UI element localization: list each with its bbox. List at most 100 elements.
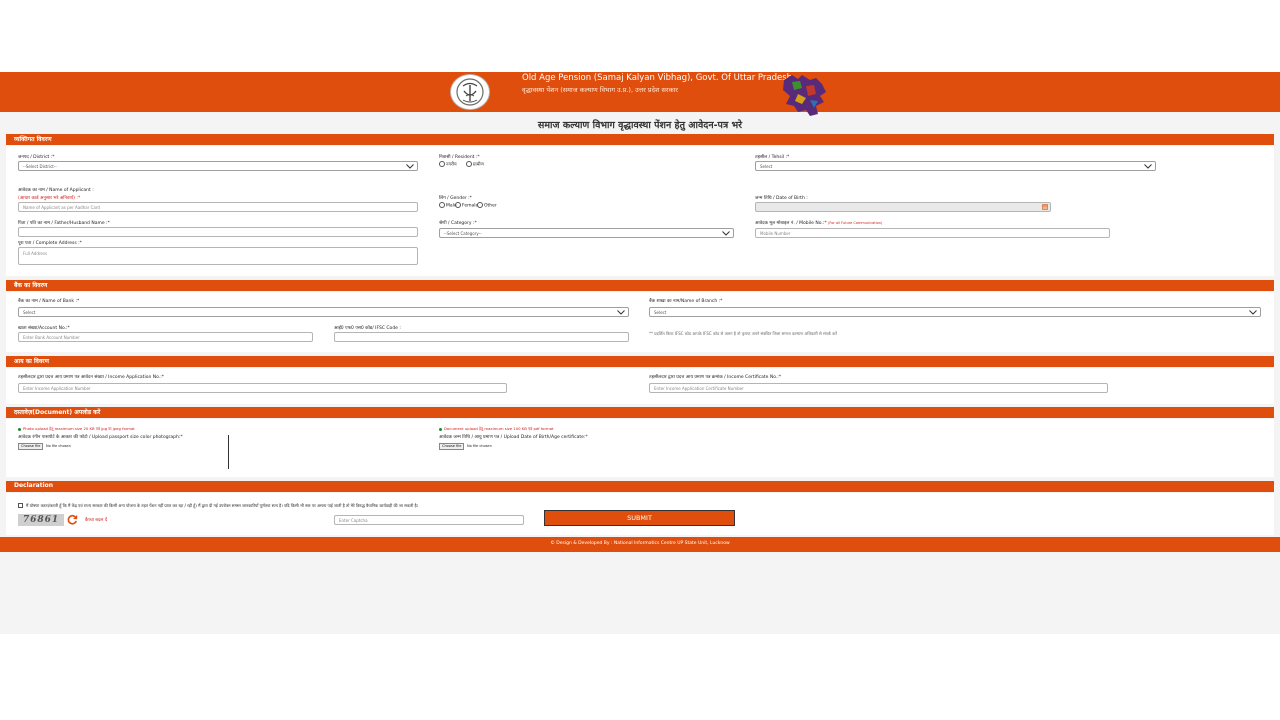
info-dot-icon <box>18 427 21 431</box>
category-selected-value: --Select Category-- <box>444 231 482 236</box>
calendar-icon[interactable] <box>1042 204 1048 210</box>
chevron-down-icon <box>1144 164 1152 169</box>
photo-upload-label: आवेदक रंगीन पासपोर्ट के आकार की फोटो / U… <box>18 435 183 440</box>
captcha-image: 76861 <box>18 514 64 526</box>
personal-section-title: व्यक्तिगत विवरण <box>14 136 52 143</box>
page-canvas: Old Age Pension (Samaj Kalyan Vibhag), G… <box>0 72 1280 634</box>
account-number-label: खाता संख्या/Account No.:* <box>18 326 70 331</box>
header-title-hindi: वृद्धावस्था पेंशन (समाज कल्याण विभाग उ.प… <box>522 86 678 94</box>
bank-section-title: बैंक का विवरण <box>14 282 48 289</box>
site-header: Old Age Pension (Samaj Kalyan Vibhag), G… <box>0 72 1280 116</box>
income-section: तहसीलदार द्वारा प्रदत्त आय प्रमाण पत्र आ… <box>6 368 1274 404</box>
applicant-name-input[interactable]: Name of Applicant as per Aadhar Card <box>18 202 418 212</box>
tehsil-select[interactable]: Select <box>755 161 1156 171</box>
photo-no-file-text: No file chosen <box>46 444 71 448</box>
bank-section-header: बैंक का विवरण <box>6 280 1274 291</box>
declaration-checkbox[interactable] <box>18 503 23 508</box>
bank-name-label: बैंक का नाम / Name of Bank :* <box>18 299 80 304</box>
branch-selected-value: Select <box>654 310 667 315</box>
address-label: पूरा पता / Complete Address :* <box>18 241 82 246</box>
refresh-captcha-icon[interactable] <box>67 514 78 525</box>
resident-option-rural-label: ग्रामीण <box>473 162 484 168</box>
dob-choose-file-button[interactable]: Choose file <box>439 443 465 450</box>
up-map-icon <box>780 72 830 122</box>
income-certificate-label: तहसीलदार द्वारा प्रदत्त आय प्रमाण पत्र क… <box>649 375 782 380</box>
photo-choose-file-button[interactable]: Choose file <box>18 443 44 450</box>
gender-option-other[interactable]: Other <box>477 202 497 209</box>
documents-section-title: दस्तावेज़(Document) अपलोड करें <box>14 409 101 416</box>
radio-icon <box>439 161 445 167</box>
gender-option-other-label: Other <box>484 203 497 209</box>
ifsc-label: आई0 एफ0 एस0 कोड/ IFSC Code : <box>334 326 401 331</box>
district-selected-value: --Select District-- <box>23 164 57 169</box>
captcha-input[interactable]: Enter Captcha <box>334 515 524 525</box>
header-title-english: Old Age Pension (Samaj Kalyan Vibhag), G… <box>522 73 793 83</box>
resident-option-rural[interactable]: ग्रामीण <box>466 161 484 168</box>
tehsil-label: तहसील / Tehsil :* <box>755 155 790 160</box>
bank-section: बैंक का नाम / Name of Bank :* Select बैं… <box>6 292 1274 352</box>
bank-name-select[interactable]: Select <box>18 307 629 317</box>
up-emblem-logo <box>450 74 490 110</box>
declaration-section-header: Declaration <box>6 481 1274 492</box>
page-title: समाज कल्याण विभाग वृद्धावस्था पेंशन हेतु… <box>537 120 743 131</box>
district-label: जनपद / District :* <box>18 155 55 160</box>
refresh-captcha-link[interactable]: कैप्चा बदल दें <box>85 517 107 523</box>
dob-upload-label: आवेदक जन्म तिथि / आयु प्रमाण पत्र / Uplo… <box>439 435 588 440</box>
personal-section: जनपद / District :* --Select District-- न… <box>6 146 1274 276</box>
father-name-input[interactable] <box>18 227 418 237</box>
ifsc-input[interactable] <box>334 332 629 342</box>
footer-credit: © Design & Developed By : National Infor… <box>550 541 730 546</box>
personal-section-header: व्यक्तिगत विवरण <box>6 134 1274 145</box>
ifsc-note: ** प्रदर्शित किया IFSC कोड आपके IFSC कोड… <box>649 331 837 336</box>
radio-icon <box>466 161 472 167</box>
tehsil-selected-value: Select <box>760 164 773 169</box>
gender-label: लिंग / Gender :* <box>439 196 472 201</box>
branch-name-label: बैंक शाखा का नाम/Name of Branch :* <box>649 299 723 304</box>
mobile-input[interactable]: Mobile Number <box>755 228 1110 238</box>
address-textarea[interactable]: Full Address <box>18 247 418 265</box>
declaration-text: मैं घोषणा करता/करती हूँ कि मैं केंद्र एव… <box>26 503 419 508</box>
resident-option-urban[interactable]: नगरीय <box>439 161 457 168</box>
income-section-header: आय का विवरण <box>6 356 1274 367</box>
bank-selected-value: Select <box>23 310 36 315</box>
chevron-down-icon <box>722 231 730 236</box>
dob-input[interactable] <box>755 202 1051 212</box>
resident-option-urban-label: नगरीय <box>446 162 457 168</box>
submit-button[interactable]: SUBMIT <box>544 510 735 526</box>
income-application-label: तहसीलदार द्वारा प्रदत्त आय प्रमाण पत्र आ… <box>18 375 164 380</box>
chevron-down-icon <box>406 164 414 169</box>
chevron-down-icon <box>1249 310 1257 315</box>
chevron-down-icon <box>617 310 625 315</box>
income-certificate-input[interactable]: Enter Income Application Certificate Num… <box>649 383 1108 393</box>
radio-icon <box>439 202 445 208</box>
resident-label: निवासी / Resident :* <box>439 155 480 160</box>
dob-upload-note: Document upload हेतु maximum size 100 KB… <box>439 426 554 432</box>
radio-icon <box>455 202 461 208</box>
documents-section-header: दस्तावेज़(Document) अपलोड करें <box>6 407 1274 418</box>
branch-name-select[interactable]: Select <box>649 307 1261 317</box>
gender-option-female-label: Female <box>462 203 479 209</box>
category-select[interactable]: --Select Category-- <box>439 228 734 238</box>
mobile-label: आवेदक मूल मोबाइल नं. / Mobile No.:* (For… <box>755 220 882 226</box>
applicant-name-note: (आधार कार्ड अनुसार भरे अनिवार्य) :* <box>18 196 81 201</box>
dob-label: जन्म तिथि / Date of Birth : <box>755 196 808 201</box>
mobile-label-text: आवेदक मूल मोबाइल नं. / Mobile No.:* <box>755 221 827 226</box>
documents-section: Photo upload हेतु maximum size 20 KB एवं… <box>6 419 1274 477</box>
dob-upload-note-text: Document upload हेतु maximum size 100 KB… <box>444 426 554 431</box>
site-footer: © Design & Developed By : National Infor… <box>0 537 1280 552</box>
info-dot-icon <box>439 427 442 431</box>
account-number-input[interactable]: Enter Bank Account Number <box>18 332 313 342</box>
applicant-name-label: आवेदक का नाम / Name of Applicant : <box>18 188 94 193</box>
declaration-section-title: Declaration <box>14 482 54 489</box>
photo-upload-note-text: Photo upload हेतु maximum size 20 KB एवं… <box>23 426 135 431</box>
income-section-title: आय का विवरण <box>14 358 49 365</box>
income-application-input[interactable]: Enter Income Application Number <box>18 383 507 393</box>
dob-no-file-text: No file chosen <box>467 444 492 448</box>
radio-icon <box>477 202 483 208</box>
declaration-section: मैं घोषणा करता/करती हूँ कि मैं केंद्र एव… <box>6 493 1274 535</box>
photo-upload-note: Photo upload हेतु maximum size 20 KB एवं… <box>18 426 135 432</box>
district-select[interactable]: --Select District-- <box>18 161 418 171</box>
father-name-label: पिता / पति का नाम / Father/Husband Name … <box>18 221 110 226</box>
gender-option-female[interactable]: Female <box>455 202 478 209</box>
mobile-note: (For all Future Communication) <box>828 221 883 225</box>
